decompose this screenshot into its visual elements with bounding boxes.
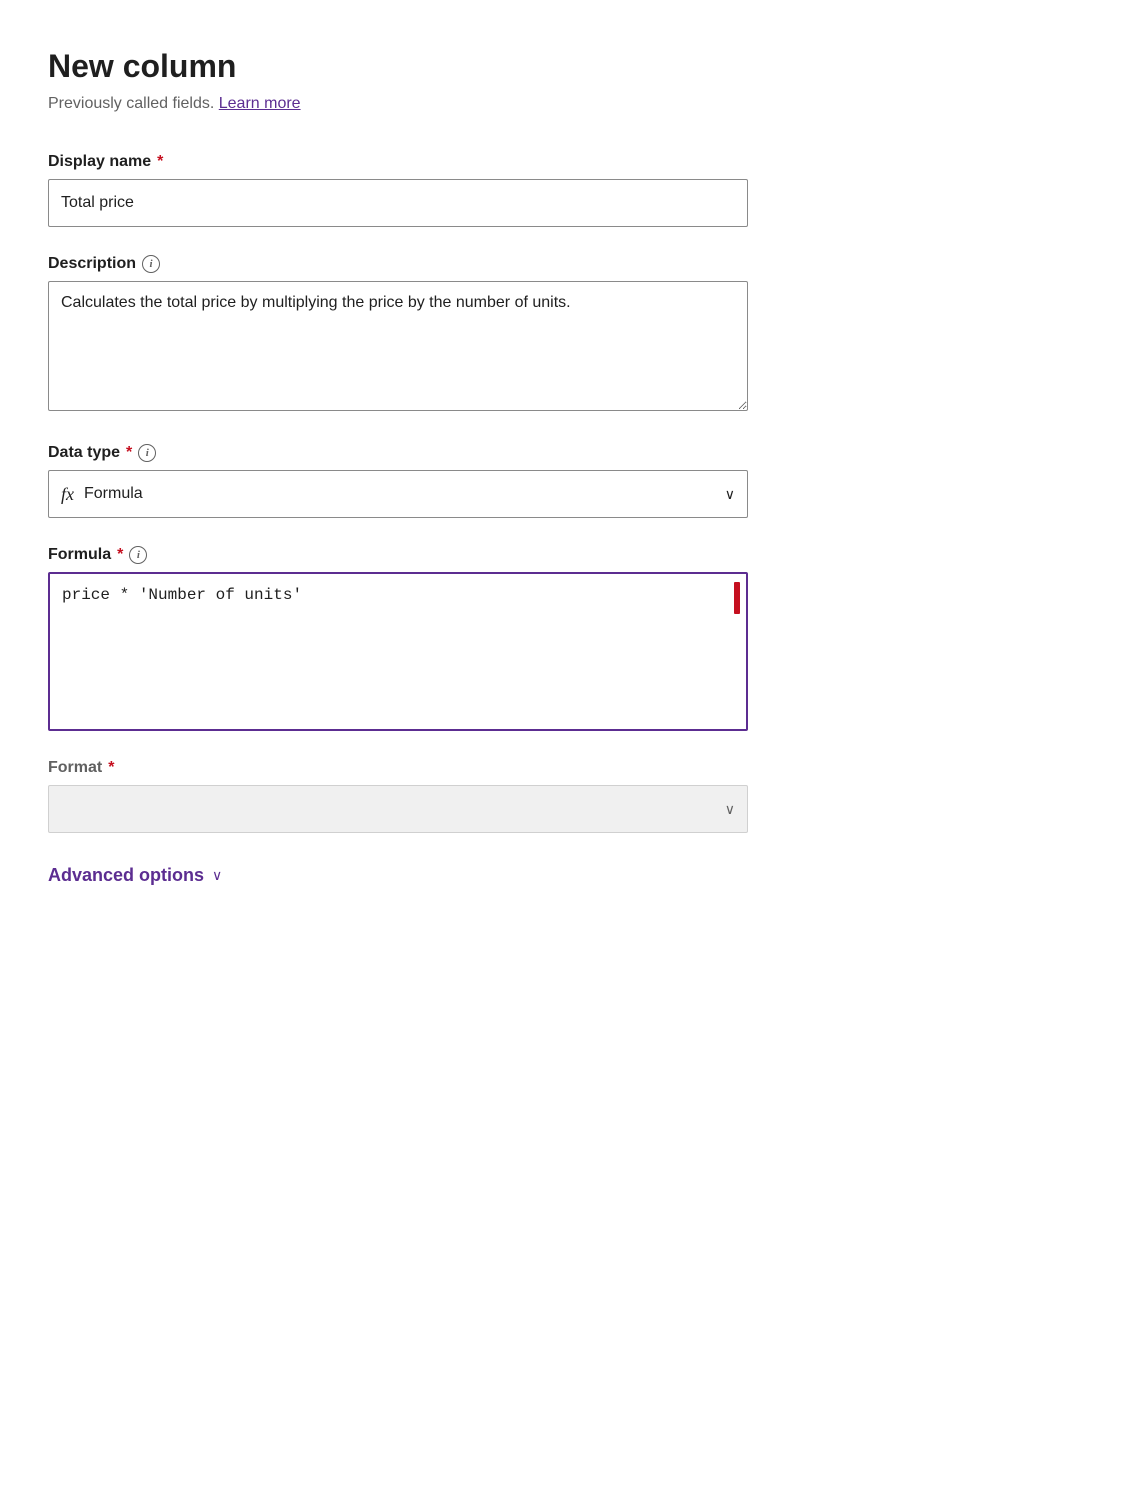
formula-info-icon: i bbox=[129, 546, 147, 564]
display-name-group: Display name * bbox=[48, 153, 1092, 227]
formula-label: Formula * i bbox=[48, 546, 1092, 564]
description-input[interactable]: Calculates the total price by multiplyin… bbox=[48, 281, 748, 411]
data-type-label: Data type * i bbox=[48, 444, 1092, 462]
format-group: Format * ∨ bbox=[48, 759, 1092, 833]
format-select[interactable]: ∨ bbox=[48, 785, 748, 833]
format-required: * bbox=[108, 759, 114, 777]
data-type-select[interactable]: fx Formula ∨ bbox=[48, 470, 748, 518]
display-name-required: * bbox=[157, 153, 163, 171]
formula-error-indicator bbox=[734, 582, 740, 614]
subtitle-text: Previously called fields. bbox=[48, 95, 214, 112]
description-info-icon: i bbox=[142, 255, 160, 273]
page-title: New column bbox=[48, 48, 1092, 85]
description-label: Description i bbox=[48, 255, 1092, 273]
page-subtitle: Previously called fields. Learn more bbox=[48, 95, 1092, 113]
display-name-input[interactable] bbox=[48, 179, 748, 227]
data-type-info-icon: i bbox=[138, 444, 156, 462]
formula-required: * bbox=[117, 546, 123, 564]
data-type-group: Data type * i fx Formula ∨ bbox=[48, 444, 1092, 518]
learn-more-link[interactable]: Learn more bbox=[219, 95, 301, 112]
data-type-value: Formula bbox=[84, 485, 725, 503]
formula-wrapper: price * 'Number of units' bbox=[48, 572, 748, 731]
advanced-options-toggle[interactable]: Advanced options ∨ bbox=[48, 865, 1092, 886]
description-group: Description i Calculates the total price… bbox=[48, 255, 1092, 416]
display-name-label: Display name * bbox=[48, 153, 1092, 171]
formula-input[interactable]: price * 'Number of units' bbox=[50, 574, 746, 724]
advanced-options-chevron-icon: ∨ bbox=[212, 867, 222, 884]
formula-group: Formula * i price * 'Number of units' bbox=[48, 546, 1092, 731]
data-type-required: * bbox=[126, 444, 132, 462]
format-label: Format * bbox=[48, 759, 1092, 777]
format-chevron-icon: ∨ bbox=[725, 801, 735, 818]
data-type-chevron-icon: ∨ bbox=[725, 486, 735, 503]
fx-icon: fx bbox=[61, 484, 74, 505]
advanced-options-label: Advanced options bbox=[48, 865, 204, 886]
